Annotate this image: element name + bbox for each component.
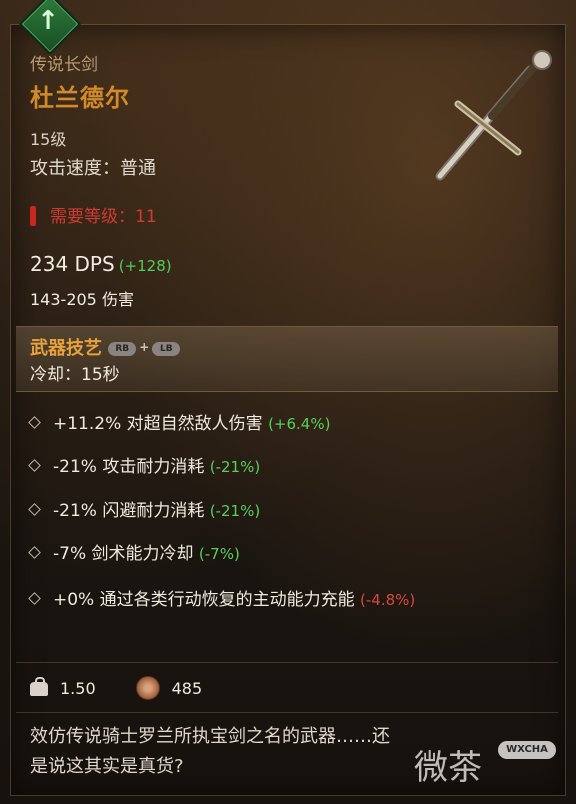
- level-requirement: 需要等级：11: [30, 202, 157, 227]
- rb-button-icon: RB: [108, 342, 137, 356]
- affix-1: +11.2% 对超自然敌人伤害 (+6.4%): [28, 410, 420, 438]
- watermark-text: 微茶: [414, 748, 482, 788]
- affix-delta: (-4.8%): [360, 591, 416, 609]
- attack-speed: 攻击速度：普通: [30, 158, 156, 179]
- dps-value: 234 DPS: [30, 252, 115, 276]
- dps-delta: (+128): [118, 257, 172, 275]
- arrow-up-icon: ↑: [37, 6, 59, 36]
- affix-text: +0% 通过各类行动恢复的主动能力充能: [53, 590, 355, 610]
- diamond-bullet-icon: [28, 416, 41, 429]
- item-type: 传说长剑: [30, 55, 98, 75]
- warning-icon: [30, 206, 36, 226]
- affix-delta: (+6.4%): [268, 415, 331, 433]
- affix-4: -7% 剑术能力冷却 (-7%): [28, 540, 420, 568]
- item-level: 15级: [30, 130, 67, 149]
- affix-3: -21% 闪避耐力消耗 (-21%): [28, 497, 420, 525]
- affix-delta: (-21%): [209, 458, 261, 476]
- affix-2: -21% 攻击耐力消耗 (-21%): [28, 453, 420, 481]
- affix-5: +0% 通过各类行动恢复的主动能力充能 (-4.8%): [28, 586, 420, 614]
- longsword-icon: [435, 50, 552, 181]
- affix-delta: (-21%): [209, 502, 261, 520]
- item-tooltip-panel: ↑ 传说长剑 杜兰德尔 15级 攻击速度：普通 需要等级：11 234 DPS(…: [0, 0, 576, 804]
- item-stats-row: 1.50 485: [30, 676, 202, 700]
- affix-text: -21% 攻击耐力消耗: [53, 457, 205, 477]
- lb-button-icon: LB: [152, 342, 181, 356]
- diamond-bullet-icon: [28, 459, 41, 472]
- affix-text: +11.2% 对超自然敌人伤害: [53, 414, 263, 434]
- coin-icon: [135, 676, 160, 700]
- damage-range: 143-205 伤害: [30, 290, 134, 309]
- requirement-text: 需要等级：11: [50, 207, 157, 227]
- diamond-bullet-icon: [28, 592, 41, 605]
- item-name: 杜兰德尔: [30, 84, 130, 112]
- item-value: 485: [171, 679, 203, 698]
- diamond-bullet-icon: [28, 546, 41, 559]
- affix-text: -21% 闪避耐力消耗: [53, 501, 205, 521]
- item-weight: 1.50: [60, 679, 96, 698]
- dps-line: 234 DPS (+128): [30, 252, 172, 276]
- affix-delta: (-7%): [198, 545, 240, 563]
- affix-text: -7% 剑术能力冷却: [53, 544, 194, 564]
- plus-sign: +: [139, 340, 150, 354]
- weapon-skill-title: 武器技艺 RB + LB: [30, 334, 181, 360]
- watermark-chip: WXCHA: [498, 741, 556, 759]
- skill-cooldown: 冷却：15秒: [30, 365, 120, 385]
- diamond-bullet-icon: [28, 503, 41, 516]
- weight-icon: [30, 677, 48, 696]
- divider: [16, 712, 558, 713]
- item-description: 效仿传说骑士罗兰所执宝剑之名的武器……还是说这其实是真货?: [30, 726, 390, 777]
- weapon-skill-label: 武器技艺: [30, 338, 102, 359]
- divider: [16, 662, 558, 663]
